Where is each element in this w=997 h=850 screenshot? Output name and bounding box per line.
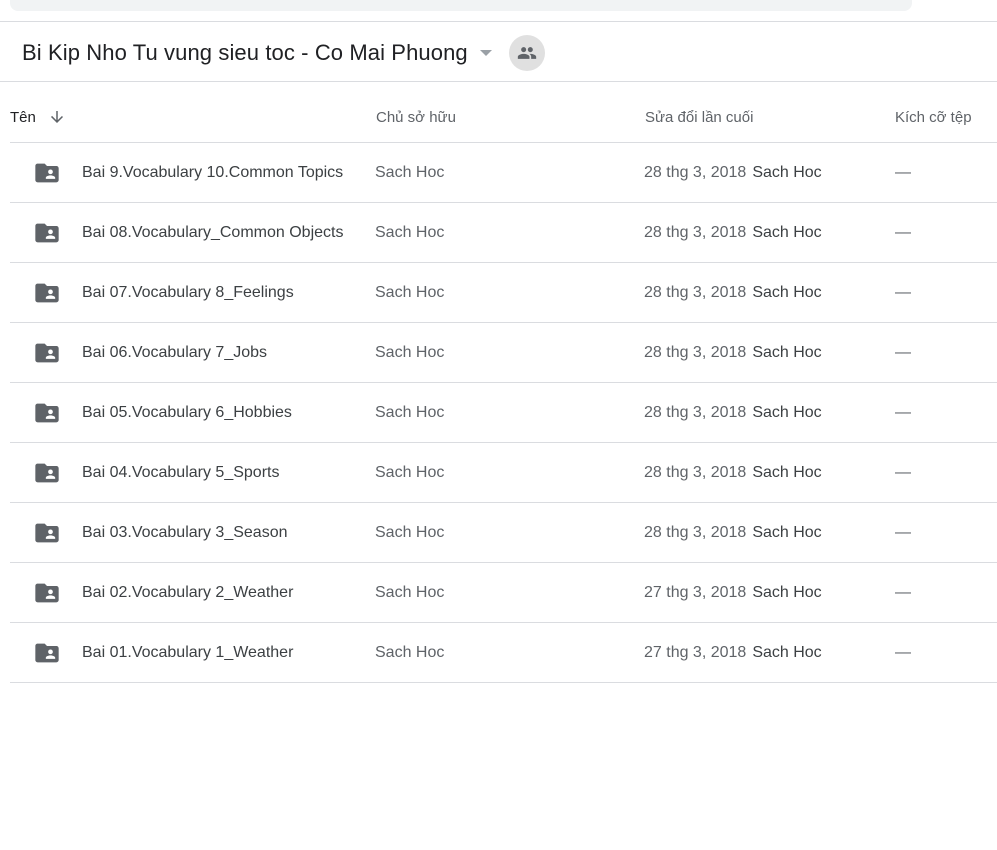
modified-date: 28 thg 3, 2018 xyxy=(644,463,747,481)
file-row[interactable]: Bai 02.Vocabulary 2_Weather Sach Hoc 27 … xyxy=(10,563,997,623)
file-owner: Sach Hoc xyxy=(375,643,445,661)
list-header: Tên Chủ sở hữu Sửa đổi lần cuối Kích cỡ … xyxy=(10,92,997,143)
modified-date: 28 thg 3, 2018 xyxy=(644,403,747,421)
shared-folder-icon xyxy=(33,263,61,322)
file-name[interactable]: Bai 01.Vocabulary 1_Weather xyxy=(82,623,293,682)
shared-folder-svg xyxy=(35,403,59,422)
column-header-size[interactable]: Kích cỡ tệp xyxy=(895,92,972,142)
sort-arrow-svg xyxy=(50,111,63,123)
file-size: — xyxy=(895,343,911,361)
shared-folder-icon xyxy=(33,443,61,502)
file-name[interactable]: Bai 02.Vocabulary 2_Weather xyxy=(82,563,293,622)
file-name[interactable]: Bai 08.Vocabulary_Common Objects xyxy=(82,203,343,262)
file-modified: 28 thg 3, 2018 Sach Hoc xyxy=(644,143,822,202)
file-name[interactable]: Bai 05.Vocabulary 6_Hobbies xyxy=(82,383,292,442)
share-people-button[interactable] xyxy=(508,35,545,71)
modified-date: 27 thg 3, 2018 xyxy=(644,583,747,601)
modified-date: 28 thg 3, 2018 xyxy=(644,283,747,301)
modified-date: 27 thg 3, 2018 xyxy=(644,643,747,661)
file-name[interactable]: Bai 04.Vocabulary 5_Sports xyxy=(82,443,279,502)
file-modified: 27 thg 3, 2018 Sach Hoc xyxy=(644,623,822,682)
search-bar[interactable] xyxy=(10,0,912,11)
column-name-label: Tên xyxy=(10,108,36,126)
file-modified: 28 thg 3, 2018 Sach Hoc xyxy=(644,503,822,562)
modified-by: Sach Hoc xyxy=(752,523,822,541)
shared-folder-icon xyxy=(33,143,61,202)
file-name[interactable]: Bai 07.Vocabulary 8_Feelings xyxy=(82,263,294,322)
shared-folder-icon xyxy=(33,203,61,262)
file-modified: 28 thg 3, 2018 Sach Hoc xyxy=(644,203,822,262)
file-row[interactable]: Bai 04.Vocabulary 5_Sports Sach Hoc 28 t… xyxy=(10,443,997,503)
title-divider xyxy=(0,81,997,82)
shared-folder-svg xyxy=(35,223,59,242)
file-size: — xyxy=(895,643,911,661)
file-size: — xyxy=(895,583,911,601)
people-icon xyxy=(517,47,536,59)
modified-date: 28 thg 3, 2018 xyxy=(644,163,747,181)
modified-date: 28 thg 3, 2018 xyxy=(644,223,747,241)
file-owner: Sach Hoc xyxy=(375,403,445,421)
shared-folder-icon xyxy=(33,623,61,682)
shared-folder-svg xyxy=(35,283,59,302)
modified-by: Sach Hoc xyxy=(752,463,822,481)
arrow-downward-icon[interactable] xyxy=(48,108,66,126)
shared-folder-svg xyxy=(35,643,59,662)
shared-folder-icon xyxy=(33,503,61,562)
modified-by: Sach Hoc xyxy=(752,163,822,181)
modified-by: Sach Hoc xyxy=(752,403,822,421)
folder-title-bar: Bi Kip Nho Tu vung sieu toc - Co Mai Phu… xyxy=(22,34,545,72)
modified-by: Sach Hoc xyxy=(752,223,822,241)
file-row[interactable]: Bai 07.Vocabulary 8_Feelings Sach Hoc 28… xyxy=(10,263,997,323)
file-rows: Bai 9.Vocabulary 10.Common Topics Sach H… xyxy=(10,143,997,683)
shared-folder-svg xyxy=(35,583,59,602)
arrow-drop-down-icon[interactable] xyxy=(479,50,492,56)
file-modified: 28 thg 3, 2018 Sach Hoc xyxy=(644,263,822,322)
shared-folder-icon xyxy=(33,563,61,622)
shared-folder-icon xyxy=(33,383,61,442)
file-modified: 28 thg 3, 2018 Sach Hoc xyxy=(644,443,822,502)
file-row[interactable]: Bai 05.Vocabulary 6_Hobbies Sach Hoc 28 … xyxy=(10,383,997,443)
modified-by: Sach Hoc xyxy=(752,583,822,601)
file-size: — xyxy=(895,523,911,541)
shared-folder-svg xyxy=(35,463,59,482)
file-owner: Sach Hoc xyxy=(375,463,445,481)
shared-folder-svg xyxy=(35,343,59,362)
folder-title[interactable]: Bi Kip Nho Tu vung sieu toc - Co Mai Phu… xyxy=(22,40,468,66)
file-owner: Sach Hoc xyxy=(375,583,445,601)
file-modified: 28 thg 3, 2018 Sach Hoc xyxy=(644,383,822,442)
modified-by: Sach Hoc xyxy=(752,343,822,361)
file-size: — xyxy=(895,223,911,241)
file-name[interactable]: Bai 03.Vocabulary 3_Season xyxy=(82,503,287,562)
file-size: — xyxy=(895,463,911,481)
file-row[interactable]: Bai 06.Vocabulary 7_Jobs Sach Hoc 28 thg… xyxy=(10,323,997,383)
modified-by: Sach Hoc xyxy=(752,643,822,661)
file-name[interactable]: Bai 9.Vocabulary 10.Common Topics xyxy=(82,143,343,202)
file-row[interactable]: Bai 01.Vocabulary 1_Weather Sach Hoc 27 … xyxy=(10,623,997,683)
shared-folder-svg xyxy=(35,163,59,182)
file-size: — xyxy=(895,403,911,421)
file-name[interactable]: Bai 06.Vocabulary 7_Jobs xyxy=(82,323,267,382)
file-row[interactable]: Bai 08.Vocabulary_Common Objects Sach Ho… xyxy=(10,203,997,263)
column-header-name[interactable]: Tên xyxy=(10,92,66,142)
column-header-modified[interactable]: Sửa đổi lần cuối xyxy=(645,92,753,142)
file-owner: Sach Hoc xyxy=(375,223,445,241)
shared-folder-icon xyxy=(33,323,61,382)
file-modified: 27 thg 3, 2018 Sach Hoc xyxy=(644,563,822,622)
file-list: Tên Chủ sở hữu Sửa đổi lần cuối Kích cỡ … xyxy=(10,92,997,683)
file-owner: Sach Hoc xyxy=(375,163,445,181)
file-owner: Sach Hoc xyxy=(375,343,445,361)
file-modified: 28 thg 3, 2018 Sach Hoc xyxy=(644,323,822,382)
file-size: — xyxy=(895,163,911,181)
modified-by: Sach Hoc xyxy=(752,283,822,301)
modified-date: 28 thg 3, 2018 xyxy=(644,343,747,361)
file-row[interactable]: Bai 03.Vocabulary 3_Season Sach Hoc 28 t… xyxy=(10,503,997,563)
column-header-owner[interactable]: Chủ sở hữu xyxy=(376,92,456,142)
file-size: — xyxy=(895,283,911,301)
file-row[interactable]: Bai 9.Vocabulary 10.Common Topics Sach H… xyxy=(10,143,997,203)
shared-folder-svg xyxy=(35,523,59,542)
modified-date: 28 thg 3, 2018 xyxy=(644,523,747,541)
top-divider xyxy=(0,21,997,22)
file-owner: Sach Hoc xyxy=(375,523,445,541)
file-owner: Sach Hoc xyxy=(375,283,445,301)
